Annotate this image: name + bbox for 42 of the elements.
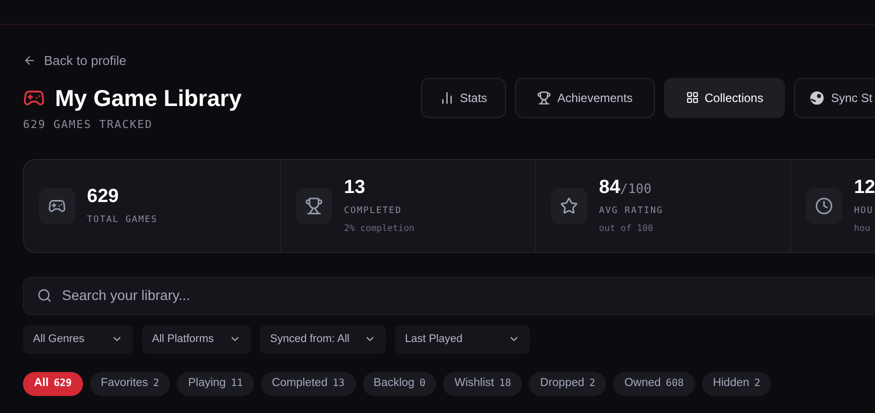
stat-note: hou xyxy=(854,222,872,236)
star-icon xyxy=(560,196,578,214)
stat-label: AVG RATING xyxy=(599,205,664,218)
toolbar-button[interactable]: Stats xyxy=(421,78,506,118)
filter-chip[interactable]: Dropped 2 xyxy=(529,372,606,396)
trophy-icon xyxy=(305,196,323,214)
stat-value: 84 xyxy=(599,176,620,200)
filter-chip[interactable]: Backlog 0 xyxy=(362,372,436,396)
stat-label: COMPLETED xyxy=(344,205,403,218)
filter-dropdown[interactable]: All Platforms xyxy=(142,324,251,354)
filter-chip[interactable]: Favorites 2 xyxy=(90,372,170,396)
toolbar-button[interactable]: Sync St xyxy=(794,78,875,118)
search-icon xyxy=(37,288,52,303)
filter-chip[interactable]: All 629 xyxy=(23,372,83,396)
grid-icon xyxy=(686,91,699,104)
filter-dropdown[interactable]: All Genres xyxy=(23,324,133,354)
page-title: My Game Library xyxy=(55,84,242,113)
filter-chip[interactable]: Owned 608 xyxy=(613,372,695,396)
search-input[interactable]: Search your library... xyxy=(62,285,562,306)
toolbar-button[interactable]: Collections xyxy=(664,78,785,118)
arrow-left-icon xyxy=(23,54,36,68)
filter-dropdown[interactable]: Synced from: All xyxy=(260,324,386,354)
filter-dropdown[interactable]: Last Played xyxy=(395,324,530,354)
stat-value: 629 xyxy=(87,184,119,209)
stat-label: HOU xyxy=(854,205,874,218)
clock-icon xyxy=(815,196,833,214)
stat-value-suffix: /100 xyxy=(620,182,652,199)
stat-note: 2% completion xyxy=(344,222,414,236)
search-field[interactable]: Search your library... xyxy=(23,276,875,314)
trophy-icon xyxy=(537,90,552,104)
stat-value: 13 xyxy=(344,176,366,200)
games-tracked-count: 629 GAMES TRACKED xyxy=(23,117,154,133)
back-link[interactable]: Back to profile xyxy=(23,51,126,70)
toolbar-button[interactable]: Achievements xyxy=(515,78,655,118)
stat-note: out of 100 xyxy=(599,222,654,236)
stat-label: TOTAL GAMES xyxy=(87,214,158,227)
filter-chip[interactable]: Playing 11 xyxy=(177,372,254,396)
filter-chip[interactable]: Hidden 2 xyxy=(702,372,772,396)
filter-chip[interactable]: Wishlist 18 xyxy=(443,372,522,396)
filter-chip[interactable]: Completed 13 xyxy=(260,372,356,396)
bar-chart-icon xyxy=(440,90,454,104)
stat-value: 12 xyxy=(854,176,875,200)
